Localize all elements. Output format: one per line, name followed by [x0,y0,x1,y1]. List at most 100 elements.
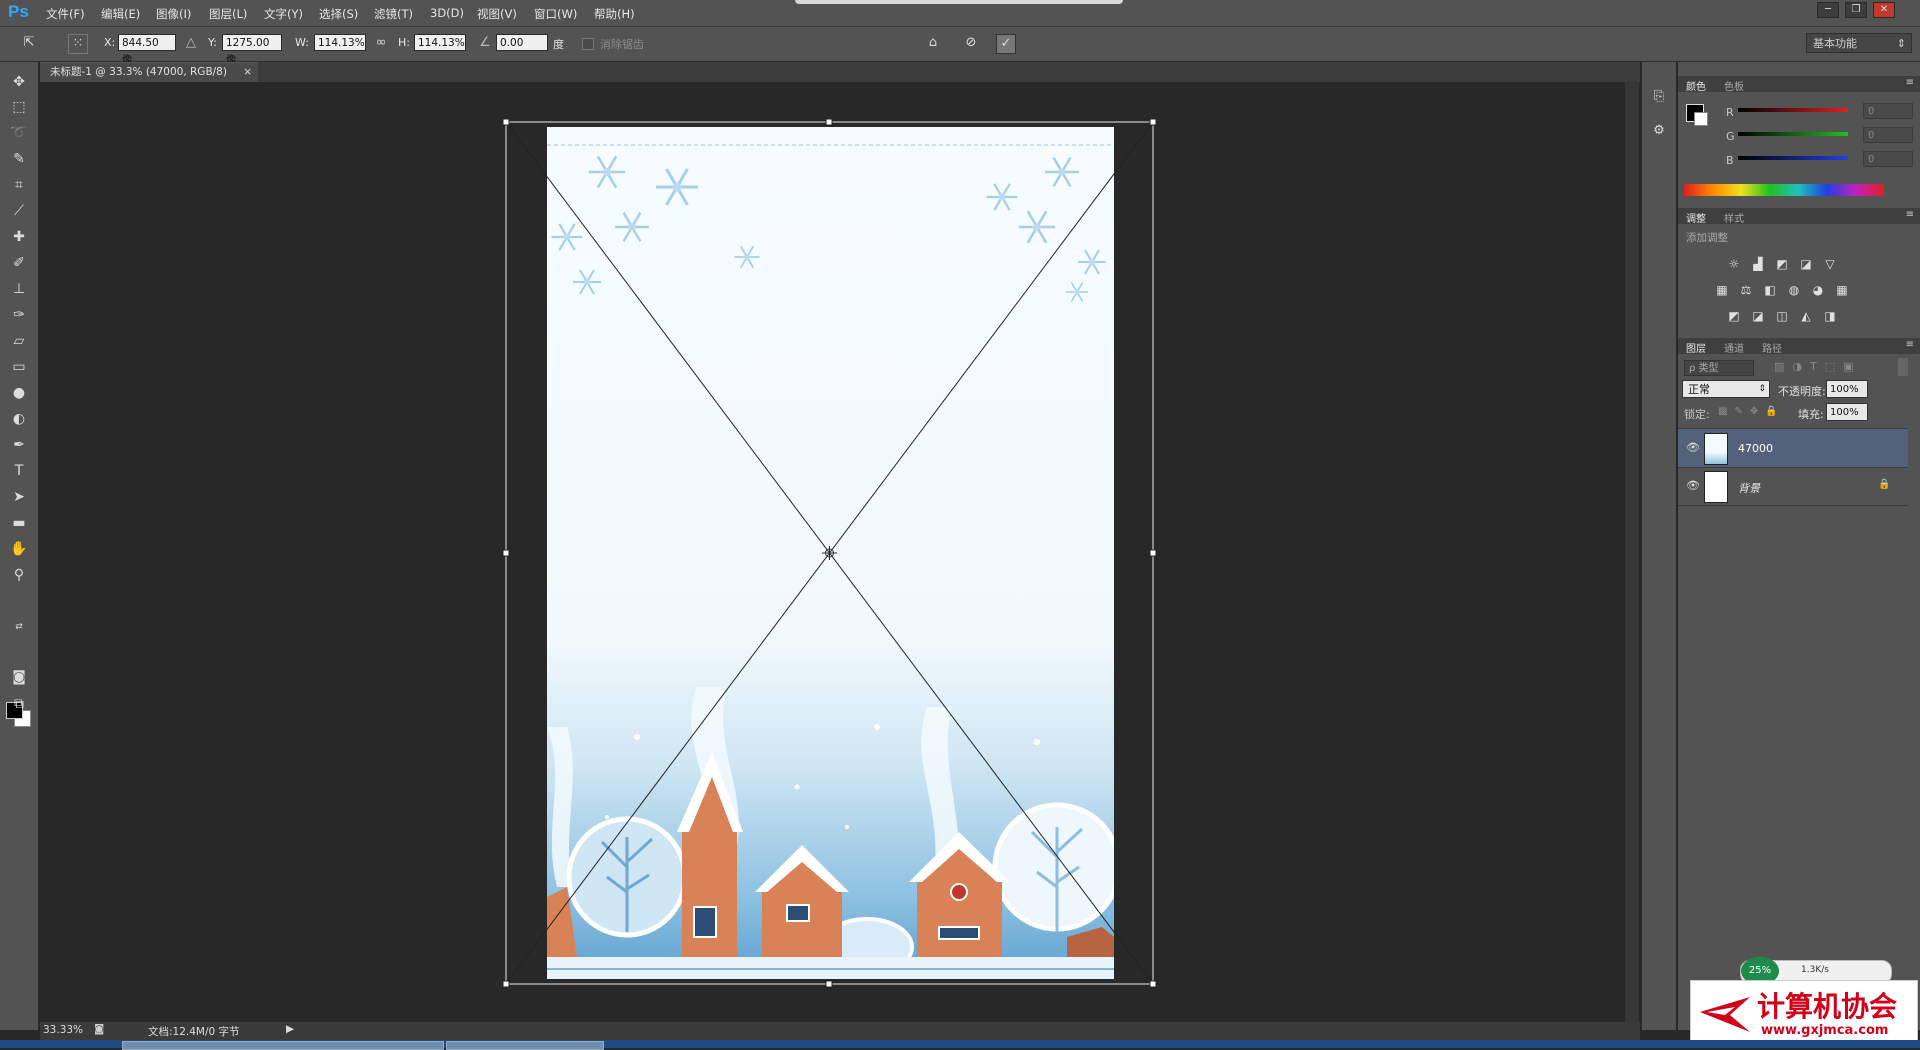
layer-name[interactable]: 47000 [1738,442,1773,455]
quick-mask-icon[interactable]: ◙ [9,667,29,687]
tab-channels[interactable]: 通道 [1724,340,1744,355]
layer-name[interactable]: 背景 [1738,480,1760,496]
antialias-checkbox[interactable] [582,38,594,50]
handle-bottom-right[interactable] [1149,980,1157,988]
menu-window[interactable]: 窗口(W) [534,6,577,22]
menu-filter[interactable]: 滤镜(T) [374,6,413,22]
path-select-tool-icon[interactable]: ➤ [9,487,29,507]
tab-swatches[interactable]: 色板 [1724,78,1744,93]
threshold-icon[interactable]: ◫ [1774,308,1790,324]
panel-menu-icon[interactable]: ≡ [1906,77,1914,88]
blur-tool-icon[interactable]: ● [9,383,29,403]
taskbar-button[interactable] [122,1041,444,1050]
w-field[interactable]: 114.13% [314,34,366,51]
minimize-button[interactable]: ─ [1817,2,1839,18]
channel-g-slider[interactable] [1738,132,1848,136]
brightness-icon[interactable]: ☼ [1726,256,1742,272]
stamp-tool-icon[interactable]: ⊥ [9,279,29,299]
filter-toggle[interactable] [1898,358,1908,376]
zoom-tool-icon[interactable]: ⚲ [9,565,29,585]
handle-middle-right[interactable] [1149,549,1157,557]
tab-color[interactable]: 颜色 [1686,78,1706,93]
tab-adjustments[interactable]: 调整 [1686,210,1706,225]
fill-field[interactable]: 100% [1826,403,1868,421]
layer-row-background[interactable]: 👁 背景 🔒 [1678,467,1908,506]
color-lookup-icon[interactable]: ▦ [1834,282,1850,298]
menu-edit[interactable]: 编辑(E) [101,6,140,22]
screen-mode-icon[interactable]: ⧉ [9,694,29,714]
tab-paths[interactable]: 路径 [1762,340,1782,355]
x-field[interactable]: 844.50 像 [118,34,176,66]
delta-icon[interactable]: △ [182,34,200,52]
channel-mixer-icon[interactable]: ◕ [1810,282,1826,298]
channel-b-value[interactable]: 0 [1863,151,1913,167]
lock-icons[interactable]: ▩✎✥🔒 [1718,406,1785,417]
curves-icon[interactable]: ◩ [1774,256,1790,272]
handle-top-left[interactable] [502,118,510,126]
shape-tool-icon[interactable]: ▬ [9,513,29,533]
menu-3d[interactable]: 3D(D) [430,6,464,20]
transform-tool-icon[interactable]: ⇱ [20,34,38,52]
status-arrow-icon[interactable]: ▶ [286,1023,294,1035]
pen-tool-icon[interactable]: ✒ [9,435,29,455]
angle-field[interactable]: 0.00 [496,34,548,51]
panel-menu-icon[interactable]: ≡ [1906,209,1914,220]
gradient-tool-icon[interactable]: ▭ [9,357,29,377]
handle-middle-left[interactable] [502,549,510,557]
eye-icon[interactable]: 👁 [1686,441,1700,454]
hue-saturation-icon[interactable]: ▦ [1714,282,1730,298]
healing-tool-icon[interactable]: ✚ [9,227,29,247]
color-spectrum[interactable] [1684,184,1884,196]
reference-point-crosshair[interactable] [822,546,837,560]
h-field[interactable]: 114.13% [414,34,466,51]
crop-tool-icon[interactable]: ⌗ [9,175,29,195]
layer-filter-select[interactable]: ρ 类型 [1684,360,1754,376]
link-icon[interactable]: ∞ [372,34,390,52]
channel-b-slider[interactable] [1738,156,1848,160]
menu-view[interactable]: 视图(V) [477,6,517,22]
handle-bottom-left[interactable] [502,980,510,988]
dodge-tool-icon[interactable]: ◐ [9,409,29,429]
blend-mode-select[interactable]: 正常 ⇕ [1682,380,1770,398]
y-field[interactable]: 1275.00 像 [222,34,282,66]
quick-select-tool-icon[interactable]: ✎ [9,149,29,169]
eye-icon[interactable]: 👁 [1686,479,1700,492]
hand-tool-icon[interactable]: ✋ [9,539,29,559]
workspace-select[interactable]: 基本功能 ⇕ [1806,33,1912,53]
color-bg-swatch[interactable] [1694,112,1708,126]
taskbar-button[interactable] [446,1041,604,1050]
invert-icon[interactable]: ◩ [1726,308,1742,324]
channel-g-value[interactable]: 0 [1863,127,1913,143]
menu-help[interactable]: 帮助(H) [594,6,635,22]
layer-row-47000[interactable]: 👁 47000 [1678,428,1908,468]
lasso-tool-icon[interactable]: ➰ [9,123,29,143]
menu-image[interactable]: 图像(I) [156,6,191,22]
color-balance-icon[interactable]: ⚖ [1738,282,1754,298]
handle-bottom-middle[interactable] [825,980,833,988]
vibrance-icon[interactable]: ▽ [1822,256,1838,272]
status-info-icon[interactable]: ◙ [94,1023,104,1035]
close-button[interactable]: ✕ [1873,2,1895,18]
posterize-icon[interactable]: ◪ [1750,308,1766,324]
vertical-scrollbar[interactable] [1625,82,1639,1030]
channel-r-value[interactable]: 0 [1863,103,1913,119]
channel-r-slider[interactable] [1738,108,1848,112]
tab-layers[interactable]: 图层 [1686,340,1706,355]
history-panel-icon[interactable]: ⎘ [1648,86,1670,108]
close-tab-icon[interactable]: × [243,63,252,82]
eraser-tool-icon[interactable]: ▱ [9,331,29,351]
levels-icon[interactable]: ▟ [1750,256,1766,272]
tab-styles[interactable]: 样式 [1724,210,1744,225]
document-tab[interactable]: 未标题-1 @ 33.3% (47000, RGB/8) × [40,62,258,82]
menu-type[interactable]: 文字(Y) [264,6,303,22]
move-tool-icon[interactable]: ✥ [9,72,29,92]
warp-icon[interactable]: ⌂ [924,34,942,52]
marquee-tool-icon[interactable]: ⬚ [9,97,29,117]
gradient-map-icon[interactable]: ◨ [1822,308,1838,324]
handle-top-middle[interactable] [825,118,833,126]
history-brush-tool-icon[interactable]: ✑ [9,305,29,325]
eyedropper-tool-icon[interactable]: ⟋ [9,201,29,221]
exposure-icon[interactable]: ◪ [1798,256,1814,272]
brush-tool-icon[interactable]: ✐ [9,253,29,273]
selective-color-icon[interactable]: ◭ [1798,308,1814,324]
